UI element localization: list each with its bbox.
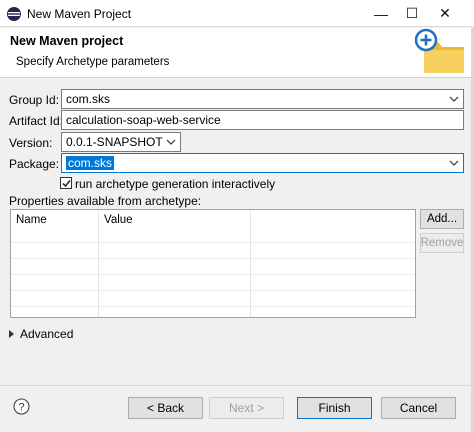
column-divider — [98, 210, 99, 317]
artifact-id-value: calculation-soap-web-service — [66, 113, 221, 127]
package-label: Package: — [9, 157, 60, 171]
advanced-label: Advanced — [20, 327, 74, 341]
next-button[interactable]: Next > — [209, 397, 284, 419]
column-divider — [250, 210, 251, 317]
maximize-button[interactable]: ☐ — [397, 0, 427, 27]
properties-table[interactable]: Name Value — [10, 209, 416, 318]
advanced-toggle[interactable]: Advanced — [9, 327, 73, 341]
table-row — [11, 274, 415, 275]
package-value: com.sks — [66, 156, 115, 170]
add-property-button[interactable]: Add... — [420, 209, 464, 229]
minimize-button[interactable]: — — [366, 0, 396, 27]
expand-triangle-icon — [9, 330, 14, 338]
interactive-checkbox[interactable] — [60, 177, 72, 189]
back-button[interactable]: < Back — [128, 397, 203, 419]
eclipse-app-icon — [7, 7, 21, 21]
table-row — [11, 306, 415, 307]
version-value: 0.0.1-SNAPSHOT — [66, 135, 163, 149]
wizard-title: New Maven project — [10, 34, 124, 48]
new-folder-icon — [414, 28, 464, 73]
help-glyph: ? — [18, 401, 24, 413]
properties-label: Properties available from archetype: — [9, 194, 202, 208]
cancel-button[interactable]: Cancel — [381, 397, 456, 419]
footer-separator — [0, 385, 474, 386]
help-icon[interactable]: ? — [13, 398, 30, 415]
window-title: New Maven Project — [27, 7, 132, 21]
version-combo[interactable]: 0.0.1-SNAPSHOT — [61, 132, 181, 152]
table-row — [11, 258, 415, 259]
version-label: Version: — [9, 136, 53, 150]
window-titlebar: New Maven Project — ☐ ✕ — [0, 0, 474, 27]
wizard-header: New Maven project Specify Archetype para… — [0, 28, 474, 78]
chevron-down-icon[interactable] — [448, 93, 460, 105]
table-row — [11, 290, 415, 291]
artifact-id-field[interactable]: calculation-soap-web-service — [61, 110, 464, 130]
table-row — [11, 242, 415, 243]
finish-button[interactable]: Finish — [297, 397, 372, 419]
checkmark-icon — [62, 180, 71, 188]
group-id-combo[interactable]: com.sks — [61, 89, 464, 109]
package-combo[interactable]: com.sks — [61, 153, 464, 173]
wizard-subtitle: Specify Archetype parameters — [16, 56, 170, 68]
remove-property-button[interactable]: Remove — [420, 233, 464, 253]
interactive-checkbox-label: run archetype generation interactively — [75, 177, 276, 191]
chevron-down-icon[interactable] — [165, 136, 177, 148]
column-header-value[interactable]: Value — [99, 210, 249, 230]
artifact-id-label: Artifact Id: — [9, 114, 64, 128]
close-button[interactable]: ✕ — [430, 0, 460, 27]
column-header-name[interactable]: Name — [11, 210, 99, 230]
group-id-label: Group Id: — [9, 93, 60, 107]
group-id-value: com.sks — [66, 92, 111, 106]
chevron-down-icon[interactable] — [448, 157, 460, 169]
